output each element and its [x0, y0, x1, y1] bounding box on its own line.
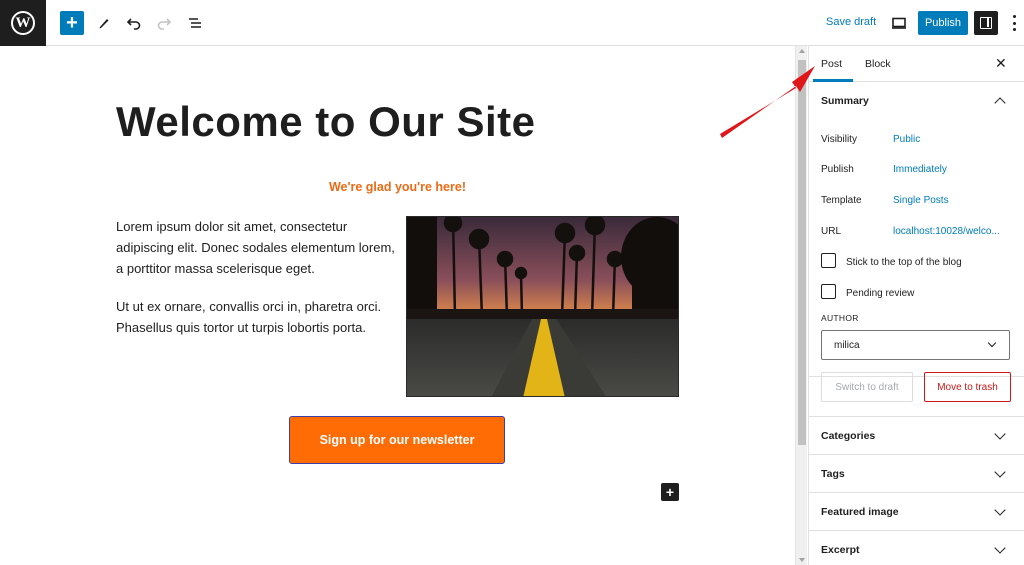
canvas-scrollbar[interactable]	[795, 46, 807, 565]
tags-panel[interactable]: Tags	[809, 454, 1024, 492]
chevron-down-icon	[994, 504, 1006, 516]
add-block-button[interactable]: +	[60, 11, 84, 35]
sticky-checkbox[interactable]	[821, 253, 836, 268]
editor-top-bar: W + Save draft Publish	[0, 0, 1024, 46]
settings-toggle-button[interactable]	[974, 11, 998, 35]
panel-title: Categories	[821, 430, 876, 442]
url-label: URL	[821, 226, 842, 237]
chevron-down-icon	[994, 466, 1006, 478]
publish-button[interactable]: Publish	[918, 11, 968, 35]
url-value[interactable]: localhost:10028/welco...	[893, 226, 1000, 237]
featured-image-panel[interactable]: Featured image	[809, 492, 1024, 530]
move-to-trash-button[interactable]: Move to trash	[924, 372, 1011, 402]
undo-icon[interactable]	[122, 11, 146, 35]
sunset-road-image	[407, 217, 678, 396]
redo-icon[interactable]	[152, 11, 176, 35]
editor-canvas: Welcome to Our Site We're glad you're he…	[0, 46, 795, 565]
chevron-down-icon	[994, 428, 1006, 440]
publish-date-value[interactable]: Immediately	[893, 164, 947, 175]
author-value: milica	[834, 340, 860, 351]
template-label: Template	[821, 195, 862, 206]
pending-review-label[interactable]: Pending review	[846, 288, 914, 299]
settings-sidebar: Post Block ✕ Summary Visibility Public P…	[808, 46, 1024, 565]
save-draft-button[interactable]: Save draft	[826, 16, 876, 28]
visibility-label: Visibility	[821, 134, 857, 145]
panel-title: Summary	[821, 95, 869, 107]
wordpress-logo-icon[interactable]: W	[0, 0, 46, 46]
panel-title: Featured image	[821, 506, 899, 518]
switch-to-draft-button[interactable]: Switch to draft	[821, 372, 913, 402]
summary-panel: Summary Visibility Public Publish Immedi…	[809, 82, 1024, 402]
options-menu-icon[interactable]	[1008, 13, 1020, 33]
sticky-checkbox-label[interactable]: Stick to the top of the blog	[846, 257, 962, 268]
chevron-up-icon	[994, 97, 1006, 109]
preview-icon[interactable]	[887, 11, 911, 35]
visibility-value[interactable]: Public	[893, 134, 920, 145]
categories-panel[interactable]: Categories	[809, 416, 1024, 454]
tab-block[interactable]: Block	[865, 58, 891, 70]
publish-label: Publish	[821, 164, 854, 175]
sidebar-tabs: Post Block ✕	[809, 46, 1024, 82]
author-label: AUTHOR	[821, 313, 859, 323]
post-title[interactable]: Welcome to Our Site	[116, 98, 535, 146]
tagline-heading[interactable]: We're glad you're here!	[0, 180, 795, 194]
template-value[interactable]: Single Posts	[893, 195, 949, 206]
inline-add-block-button[interactable]: +	[661, 483, 679, 501]
image-block[interactable]	[406, 216, 679, 397]
list-view-icon[interactable]	[183, 11, 207, 35]
pencil-icon[interactable]	[92, 11, 116, 35]
author-select[interactable]: milica	[821, 330, 1010, 360]
panel-title: Excerpt	[821, 544, 860, 556]
chevron-down-icon	[994, 542, 1006, 554]
excerpt-panel[interactable]: Excerpt	[809, 530, 1024, 565]
sidebar-icon	[980, 17, 992, 29]
panel-title: Tags	[821, 468, 845, 480]
paragraph-block[interactable]: Lorem ipsum dolor sit amet, consectetur …	[116, 216, 396, 279]
close-icon[interactable]: ✕	[995, 55, 1007, 72]
scrollbar-thumb[interactable]	[798, 60, 806, 445]
block-editor: W + Save draft Publish Welcome to Our Si…	[0, 0, 1024, 565]
pending-review-checkbox[interactable]	[821, 284, 836, 299]
paragraph-block[interactable]: Ut ut ex ornare, convallis orci in, phar…	[116, 296, 396, 338]
scroll-up-arrow-icon[interactable]	[799, 49, 805, 53]
tab-post[interactable]: Post	[821, 58, 842, 70]
summary-panel-header[interactable]: Summary	[809, 82, 1024, 120]
newsletter-signup-button[interactable]: Sign up for our newsletter	[289, 416, 505, 464]
chevron-down-icon	[987, 338, 997, 348]
scroll-down-arrow-icon[interactable]	[799, 558, 805, 562]
